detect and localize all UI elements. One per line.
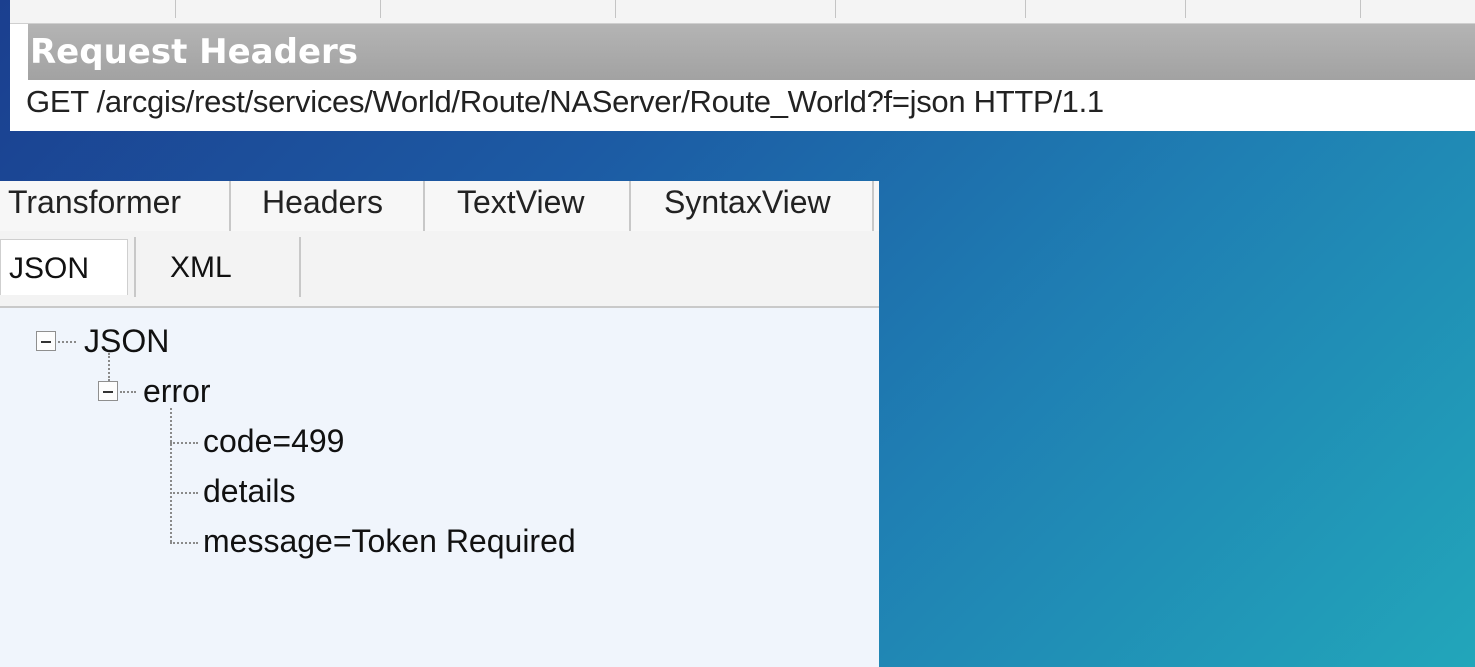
column-separator <box>380 0 381 18</box>
tab-divider <box>423 181 425 231</box>
column-separator <box>1025 0 1026 18</box>
tree-connector <box>170 408 172 542</box>
tree-node-details[interactable]: details <box>203 473 296 509</box>
tab-headers[interactable]: Headers <box>262 181 383 231</box>
tree-node-code[interactable]: code=499 <box>203 423 344 459</box>
collapse-error-icon[interactable] <box>98 381 118 401</box>
request-headers-title: Request Headers <box>28 24 1475 80</box>
collapse-root-icon[interactable] <box>36 331 56 351</box>
subtab-xml[interactable]: XML <box>170 239 232 297</box>
column-separator <box>1360 0 1361 18</box>
subtab-json[interactable]: JSON <box>0 239 128 295</box>
tree-connector <box>170 492 198 494</box>
format-subtab-bar: JSON XML <box>0 231 879 308</box>
tree-node-message[interactable]: message=Token Required <box>203 523 576 559</box>
column-separator <box>175 0 176 18</box>
tree-connector <box>170 442 198 444</box>
request-headers-panel: Request Headers GET /arcgis/rest/service… <box>10 0 1475 131</box>
tree-connector <box>108 353 110 381</box>
tree-connector <box>120 391 136 393</box>
tab-divider <box>629 181 631 231</box>
column-strip <box>10 0 1475 24</box>
tab-syntaxview[interactable]: SyntaxView <box>664 181 831 231</box>
tree-node-json[interactable]: JSON <box>84 323 169 359</box>
tree-node-error[interactable]: error <box>143 373 211 409</box>
tree-connector <box>58 341 76 343</box>
column-separator <box>615 0 616 18</box>
request-line: GET /arcgis/rest/services/World/Route/NA… <box>26 84 1104 119</box>
column-separator <box>835 0 836 18</box>
tree-connector <box>170 542 198 544</box>
tab-textview[interactable]: TextView <box>457 181 584 231</box>
column-separator <box>1185 0 1186 18</box>
subtab-divider <box>299 237 301 297</box>
subtab-divider <box>134 237 136 297</box>
json-tree: JSON error code=499 details message=Toke… <box>0 308 879 667</box>
response-inspector: Transformer Headers TextView SyntaxView … <box>0 181 879 667</box>
tab-transformer[interactable]: Transformer <box>8 181 181 231</box>
tab-divider <box>872 181 874 231</box>
inspector-tab-bar: Transformer Headers TextView SyntaxView <box>0 181 879 231</box>
tab-divider <box>229 181 231 231</box>
